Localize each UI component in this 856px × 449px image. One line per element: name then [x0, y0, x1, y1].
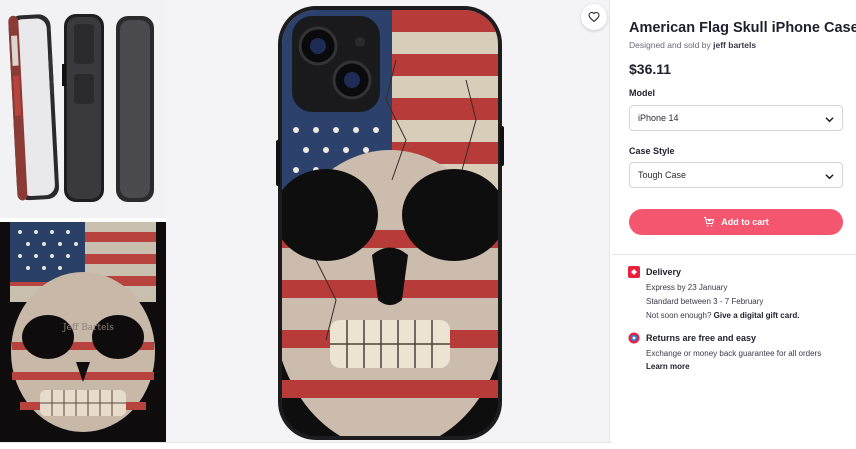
- delivery-icon: [628, 266, 640, 278]
- cart-icon: [704, 217, 715, 227]
- phone-case-illustration: [276, 6, 504, 440]
- watermark-text: Jeff Bartels: [62, 323, 114, 333]
- learn-more-link[interactable]: Learn more: [646, 362, 690, 371]
- thumbnail-column: Jeff Bartels: [0, 0, 166, 449]
- delivery-express: Express by 23 January: [646, 283, 728, 292]
- product-price: $36.11: [629, 61, 672, 77]
- case-style-label: Case Style: [629, 146, 675, 156]
- model-label: Model: [629, 88, 655, 98]
- gift-card-link[interactable]: Give a digital gift card.: [714, 311, 800, 320]
- returns-detail: Exchange or money back guarantee for all…: [646, 349, 822, 358]
- main-product-image[interactable]: [166, 0, 610, 442]
- returns-icon: [628, 332, 640, 344]
- add-to-cart-button[interactable]: Add to cart: [629, 209, 843, 235]
- favorite-button[interactable]: [581, 4, 607, 30]
- returns-heading: Returns are free and easy: [646, 333, 757, 343]
- add-to-cart-label: Add to cart: [721, 217, 769, 227]
- delivery-standard: Standard between 3 - 7 February: [646, 297, 764, 306]
- case-style-select[interactable]: Tough Case: [629, 162, 843, 188]
- chevron-down-icon: [825, 117, 834, 123]
- heart-icon: [588, 11, 600, 23]
- learn-more-label: Learn more: [646, 362, 690, 371]
- product-byline: Designed and sold by jeff bartels: [629, 40, 756, 50]
- thumbnail-case-angles[interactable]: [0, 0, 166, 218]
- artist-link[interactable]: jeff bartels: [713, 40, 756, 50]
- image-bottom-divider: [0, 442, 612, 443]
- byline-prefix: Designed and sold by: [629, 40, 711, 50]
- skull-artwork-thumbnail: Jeff Bartels: [10, 222, 156, 432]
- delivery-heading: Delivery: [646, 267, 682, 277]
- panel-divider: [612, 254, 856, 255]
- case-angles-illustration: [8, 14, 154, 202]
- not-soon-text: Not soon enough?: [646, 311, 712, 320]
- model-select[interactable]: iPhone 14: [629, 105, 843, 131]
- model-select-value: iPhone 14: [638, 113, 679, 123]
- product-title: American Flag Skull iPhone Case: [629, 20, 856, 36]
- delivery-gift-line: Not soon enough? Give a digital gift car…: [646, 311, 799, 320]
- case-style-select-value: Tough Case: [638, 170, 687, 180]
- thumbnail-artwork[interactable]: Jeff Bartels: [0, 222, 166, 442]
- chevron-down-icon: [825, 174, 834, 180]
